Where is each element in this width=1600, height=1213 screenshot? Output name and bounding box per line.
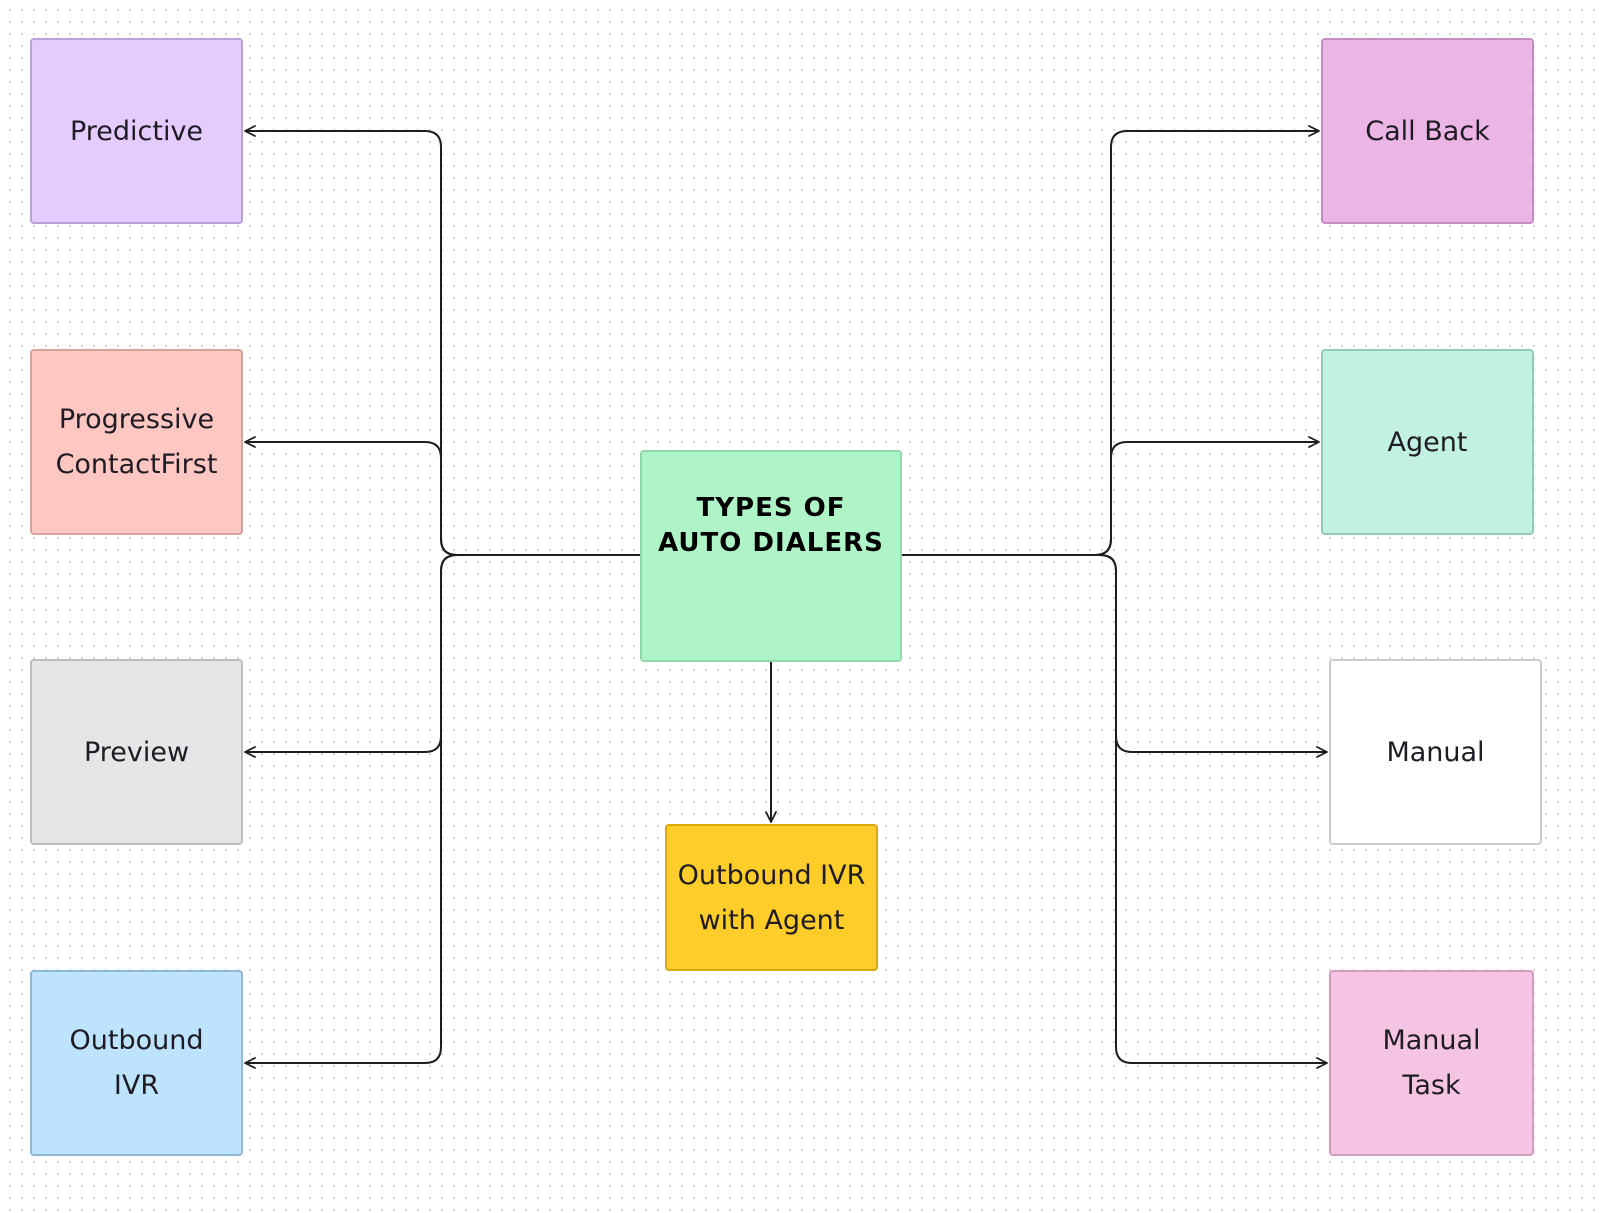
- node-call-back[interactable]: Call Back: [1321, 38, 1534, 224]
- edge-center-to-callback: [902, 125, 1320, 556]
- node-label: Predictive: [69, 115, 204, 147]
- edge-center-to-manual: [902, 554, 1328, 758]
- node-label: Agent: [1387, 426, 1468, 458]
- edge-center-to-agent: [902, 436, 1320, 556]
- node-label: Outbound IVR with Agent: [677, 859, 866, 936]
- edge-center-to-preview: [244, 554, 640, 758]
- node-label: Manual: [1386, 736, 1485, 768]
- edge-center-to-manual-task: [902, 554, 1328, 1069]
- node-label: Preview: [83, 736, 190, 768]
- node-label: Progressive ContactFirst: [55, 404, 218, 480]
- node-label: Outbound IVR: [69, 1025, 204, 1101]
- diagram-title: TYPES OF AUTO DIALERS: [658, 493, 884, 558]
- node-preview[interactable]: Preview: [30, 659, 243, 845]
- node-center-types-of-auto-dialers[interactable]: TYPES OF AUTO DIALERS: [640, 450, 902, 662]
- edge-center-to-outbound-ivr: [244, 554, 640, 1069]
- node-manual-task[interactable]: Manual Task: [1329, 970, 1534, 1156]
- node-outbound-ivr[interactable]: Outbound IVR: [30, 970, 243, 1156]
- node-agent[interactable]: Agent: [1321, 349, 1534, 535]
- node-outbound-ivr-with-agent[interactable]: Outbound IVR with Agent: [665, 824, 878, 971]
- node-manual[interactable]: Manual: [1329, 659, 1542, 845]
- node-progressive-contactfirst[interactable]: Progressive ContactFirst: [30, 349, 243, 535]
- edge-center-to-predictive: [244, 125, 640, 556]
- node-label: Manual Task: [1382, 1025, 1481, 1101]
- node-predictive[interactable]: Predictive: [30, 38, 243, 224]
- node-label: Call Back: [1365, 115, 1490, 147]
- edge-center-to-progressive: [244, 436, 640, 556]
